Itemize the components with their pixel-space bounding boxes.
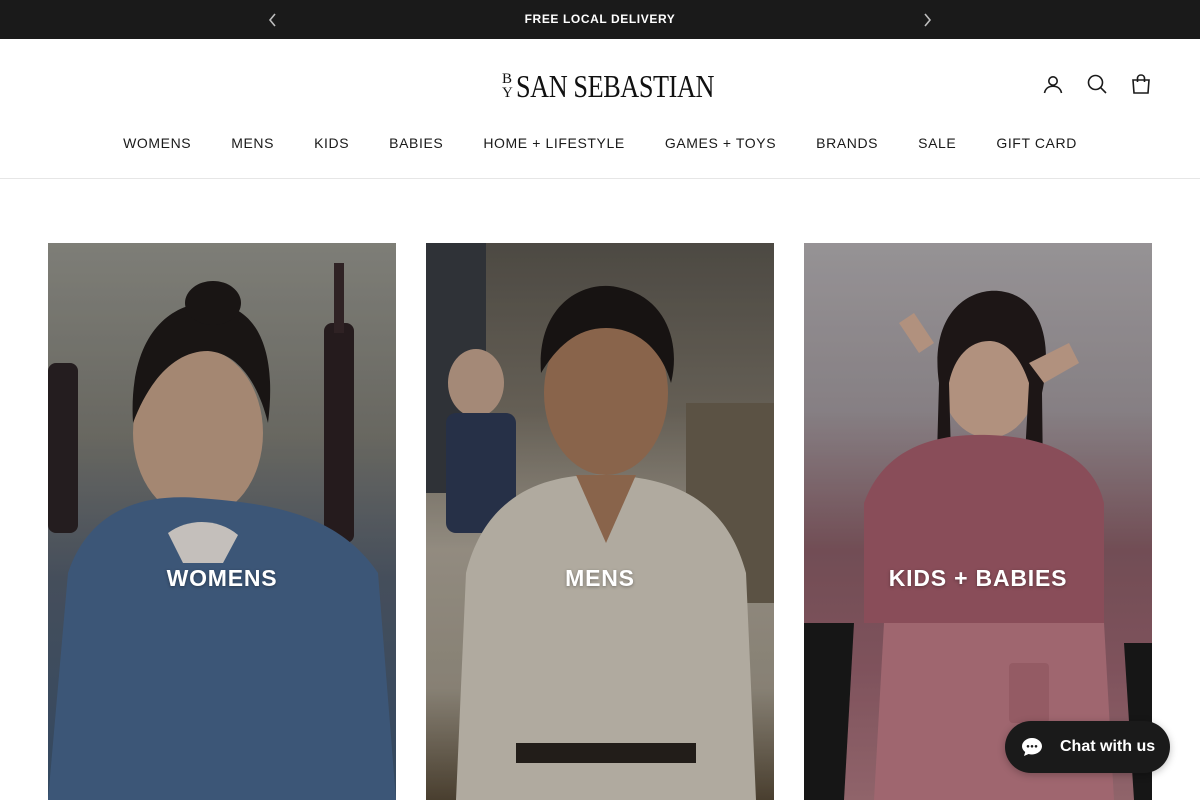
logo-by-mark: B Y [502,71,513,101]
chat-bubble-icon [1021,736,1043,758]
announcement-next-button[interactable] [916,9,938,31]
nav-item-kids[interactable]: KIDS [314,134,349,152]
logo-wordmark: SAN SEBASTIAN [515,68,714,104]
card-overlay [804,243,1152,800]
category-label[interactable]: WOMENS [48,565,396,592]
category-label[interactable]: MENS [426,565,774,592]
nav-item-brands[interactable]: BRANDS [816,134,878,152]
site-logo[interactable]: B Y SAN SEBASTIAN [502,69,714,103]
announcement-bar: FREE LOCAL DELIVERY [0,0,1200,39]
announcement-text[interactable]: FREE LOCAL DELIVERY [0,0,1200,39]
category-card-mens[interactable]: MENS [426,243,774,800]
card-overlay [426,243,774,800]
header-actions [1042,73,1152,95]
nav-item-games-toys[interactable]: GAMES + TOYS [665,134,776,152]
search-icon [1087,74,1107,94]
account-button[interactable] [1042,73,1064,95]
chat-label: Chat with us [1060,738,1156,755]
account-icon [1043,76,1063,94]
search-button[interactable] [1086,73,1108,95]
card-overlay [48,243,396,800]
nav-item-babies[interactable]: BABIES [389,134,443,152]
nav-item-sale[interactable]: SALE [918,134,956,152]
chat-widget-button[interactable]: Chat with us [1005,721,1170,773]
nav-item-home-lifestyle[interactable]: HOME + LIFESTYLE [483,134,624,152]
site-header: B Y SAN SEBASTIAN WOMENS MENS KIDS BABIE… [0,39,1200,179]
main-nav: WOMENS MENS KIDS BABIES HOME + LIFESTYLE… [0,134,1200,152]
category-label[interactable]: KIDS + BABIES [804,565,1152,592]
category-card-kids-babies[interactable]: KIDS + BABIES [804,243,1152,800]
cart-button[interactable] [1130,73,1152,95]
chevron-right-icon [924,13,932,27]
nav-item-gift-card[interactable]: GIFT CARD [996,134,1077,152]
nav-item-mens[interactable]: MENS [231,134,274,152]
category-card-womens[interactable]: WOMENS [48,243,396,800]
cart-bag-icon [1132,74,1150,94]
nav-item-womens[interactable]: WOMENS [123,134,191,152]
